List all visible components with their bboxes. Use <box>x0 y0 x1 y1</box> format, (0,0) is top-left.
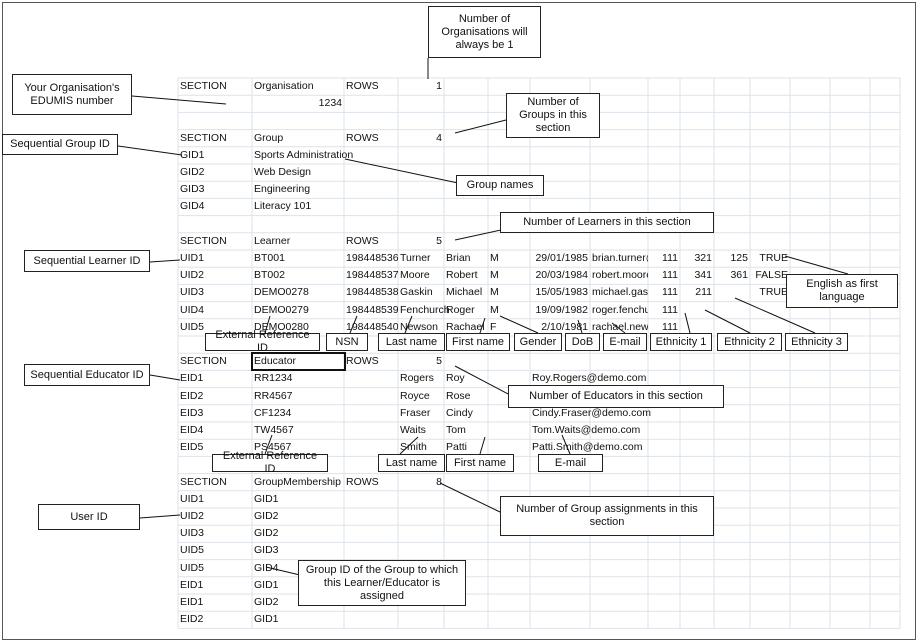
callout-group-ref: Group ID of the Group to which this Lear… <box>298 560 466 606</box>
label-educator-first-name: First name <box>446 454 514 472</box>
label-first-name: First name <box>446 333 510 351</box>
callout-group-id: Sequential Group ID <box>2 134 118 155</box>
label-gender: Gender <box>514 333 562 351</box>
label-dob: DoB <box>565 333 600 351</box>
label-email: E-mail <box>603 333 647 351</box>
callout-group-count: Number of Groups in this section <box>506 93 600 138</box>
callout-edumis: Your Organisation's EDUMIS number <box>12 74 132 115</box>
label-ethnicity-3: Ethnicity 3 <box>785 333 848 351</box>
callout-assignment-count: Number of Group assignments in this sect… <box>500 496 714 536</box>
label-ethnicity-1: Ethnicity 1 <box>650 333 712 351</box>
diagram: SECTION Organisation ROWS 1 1234 SECTION Group… <box>0 0 920 644</box>
label-educator-email: E-mail <box>538 454 603 472</box>
callout-learner-count: Number of Learners in this section <box>500 212 714 233</box>
callout-learner-id: Sequential Learner ID <box>24 250 150 272</box>
callout-org-count: Number of Organisations will always be 1 <box>428 6 541 58</box>
label-last-name: Last name <box>378 333 445 351</box>
label-nsn: NSN <box>326 333 368 351</box>
label-educator-last-name: Last name <box>378 454 445 472</box>
callout-educator-id: Sequential Educator ID <box>24 364 150 386</box>
callout-group-names: Group names <box>456 175 544 196</box>
label-external-ref: External Reference ID <box>205 329 320 354</box>
callout-educator-count: Number of Educators in this section <box>508 385 724 408</box>
callout-user-id: User ID <box>38 504 140 530</box>
callout-english: English as first language <box>786 274 898 308</box>
label-ethnicity-2: Ethnicity 2 <box>717 333 782 351</box>
label-educator-external-ref: External Reference ID <box>212 450 328 475</box>
callout-lines <box>117 58 849 576</box>
